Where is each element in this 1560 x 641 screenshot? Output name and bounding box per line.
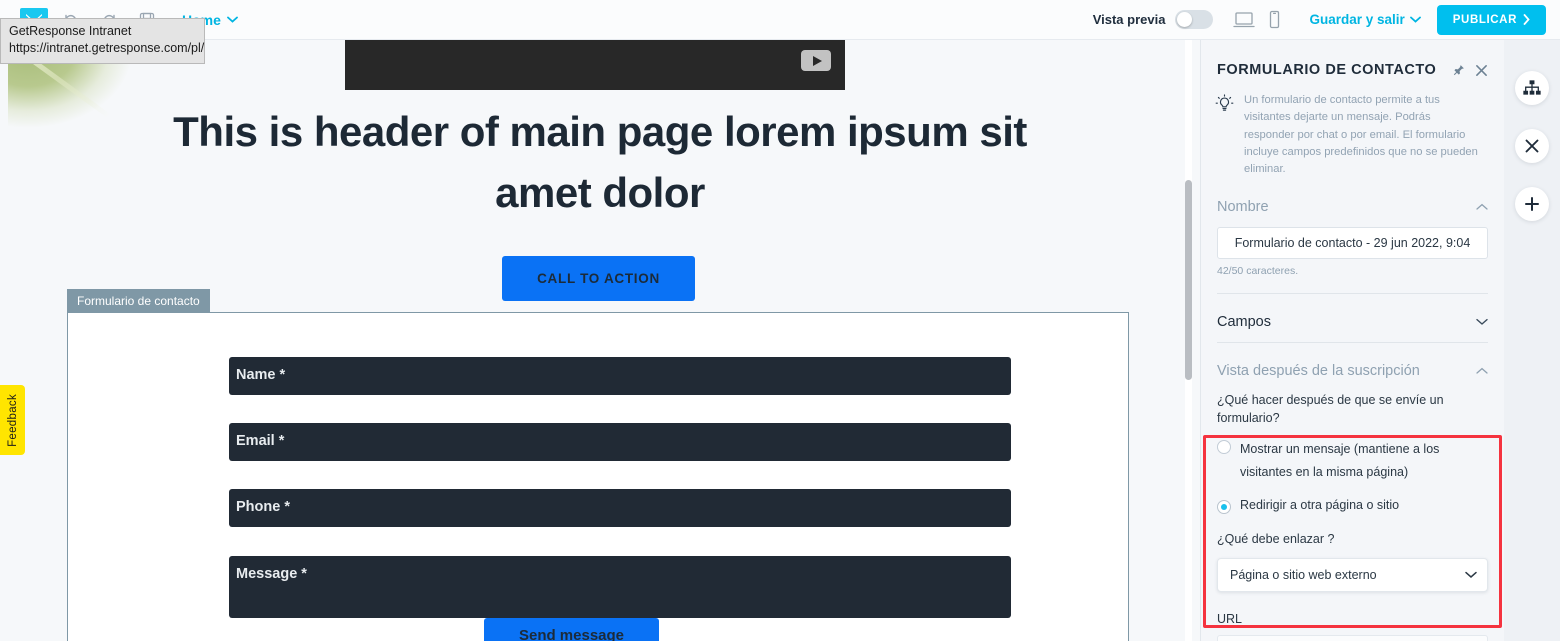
close-icon[interactable] (1475, 64, 1488, 77)
send-message-button[interactable]: Send message (484, 618, 659, 641)
chevron-down-icon (1476, 318, 1488, 325)
mobile-view-icon[interactable] (1261, 7, 1287, 33)
chevron-up-icon (1476, 203, 1488, 210)
url-input[interactable] (1217, 635, 1488, 641)
section-campos-label: Campos (1217, 313, 1271, 330)
topbar-right-group: Vista previa Guardar y salir PUBLICAR (1092, 4, 1560, 35)
feedback-tab[interactable]: Feedback (0, 385, 25, 455)
section-vista-header[interactable]: Vista después de la suscripción (1217, 343, 1488, 391)
tooltip-title: GetResponse Intranet (9, 24, 132, 38)
video-embed-block[interactable] (345, 40, 845, 90)
selected-block-tag: Formulario de contacto (67, 289, 210, 313)
call-to-action-button[interactable]: CALL TO ACTION (502, 256, 695, 301)
panel-title: FORMULARIO DE CONTACTO (1217, 62, 1437, 78)
page-canvas[interactable]: This is header of main page lorem ipsum … (0, 40, 1200, 641)
contact-form-block[interactable]: Name * Email * Phone * Message * (67, 312, 1129, 641)
form-field-name[interactable]: Name * (229, 357, 1011, 395)
landing-page: This is header of main page lorem ipsum … (20, 40, 1180, 641)
section-vista-label: Vista después de la suscripción (1217, 362, 1420, 379)
sitemap-icon (1523, 80, 1541, 95)
radio-option-show-message[interactable]: Mostrar un mensaje (mantiene a los visit… (1217, 438, 1488, 484)
radio-option-redirect[interactable]: Redirigir a otra página o sitio (1217, 498, 1488, 515)
chevron-down-icon (1409, 16, 1421, 23)
link-tooltip: GetResponse Intranet https://intranet.ge… (0, 18, 205, 64)
chevron-right-icon (1523, 14, 1530, 25)
panel-hint-text: Un formulario de contacto permite a tus … (1244, 94, 1478, 176)
desktop-view-icon[interactable] (1231, 7, 1257, 33)
preview-toggle[interactable] (1175, 10, 1214, 29)
save-and-exit-label: Guardar y salir (1309, 12, 1405, 27)
canvas-scrollbar[interactable] (1185, 180, 1192, 380)
chevron-up-icon (1476, 367, 1488, 374)
panel-hint: Un formulario de contacto permite a tus … (1201, 78, 1504, 179)
plus-icon (1525, 197, 1539, 211)
sitemap-button[interactable] (1515, 71, 1549, 105)
right-rail (1504, 40, 1560, 641)
app-root: Home Vista previa Guardar y salir PUBLIC… (0, 0, 1560, 641)
close-panel-button[interactable] (1515, 129, 1549, 163)
tooltip-url: https://intranet.getresponse.com/pl/ (9, 41, 205, 56)
close-icon (1525, 139, 1539, 153)
link-target-selected-value: Página o sitio web externo (1230, 568, 1377, 583)
page-title: This is header of main page lorem ipsum … (173, 108, 1027, 216)
feedback-label: Feedback (6, 393, 19, 447)
form-name-input[interactable] (1217, 226, 1488, 259)
form-field-email[interactable]: Email * (229, 423, 1011, 461)
publish-label: PUBLICAR (1452, 13, 1517, 26)
radio-redirect-label: Redirigir a otra página o sitio (1240, 498, 1400, 513)
link-target-select[interactable]: Página o sitio web externo (1217, 558, 1488, 593)
publish-button[interactable]: PUBLICAR (1436, 4, 1546, 35)
radio-redirect-icon[interactable] (1217, 500, 1231, 515)
preview-label: Vista previa (1092, 12, 1166, 27)
link-target-question: ¿Qué debe enlazar ? (1217, 532, 1335, 547)
form-field-phone[interactable]: Phone * (229, 489, 1011, 527)
section-campos-header[interactable]: Campos (1217, 294, 1488, 342)
chevron-down-icon (1465, 572, 1477, 579)
play-button-icon[interactable] (801, 50, 831, 71)
section-nombre-header[interactable]: Nombre (1217, 179, 1488, 227)
post-submit-question: ¿Qué hacer después de que se envíe un fo… (1217, 392, 1444, 425)
panel-header: FORMULARIO DE CONTACTO (1201, 40, 1504, 78)
section-nombre-label: Nombre (1217, 198, 1269, 215)
radio-show-message-icon[interactable] (1217, 440, 1231, 455)
panel-body: Nombre 42/50 caracteres. Campos Vista de… (1201, 179, 1504, 641)
properties-panel: FORMULARIO DE CONTACTO Un formulario de … (1200, 40, 1504, 641)
toggle-knob (1177, 12, 1193, 27)
character-counter: 42/50 caracteres. (1217, 264, 1299, 277)
lightbulb-icon (1215, 94, 1234, 179)
top-toolbar: Home Vista previa Guardar y salir PUBLIC… (0, 0, 1560, 40)
pin-icon[interactable] (1452, 64, 1465, 77)
chevron-down-icon (227, 16, 238, 23)
url-field-label: URL (1217, 612, 1243, 627)
save-and-exit-button[interactable]: Guardar y salir (1309, 12, 1421, 27)
add-block-button[interactable] (1515, 187, 1549, 221)
form-field-message[interactable]: Message * (229, 556, 1011, 618)
radio-show-message-label: Mostrar un mensaje (mantiene a los visit… (1240, 442, 1440, 480)
